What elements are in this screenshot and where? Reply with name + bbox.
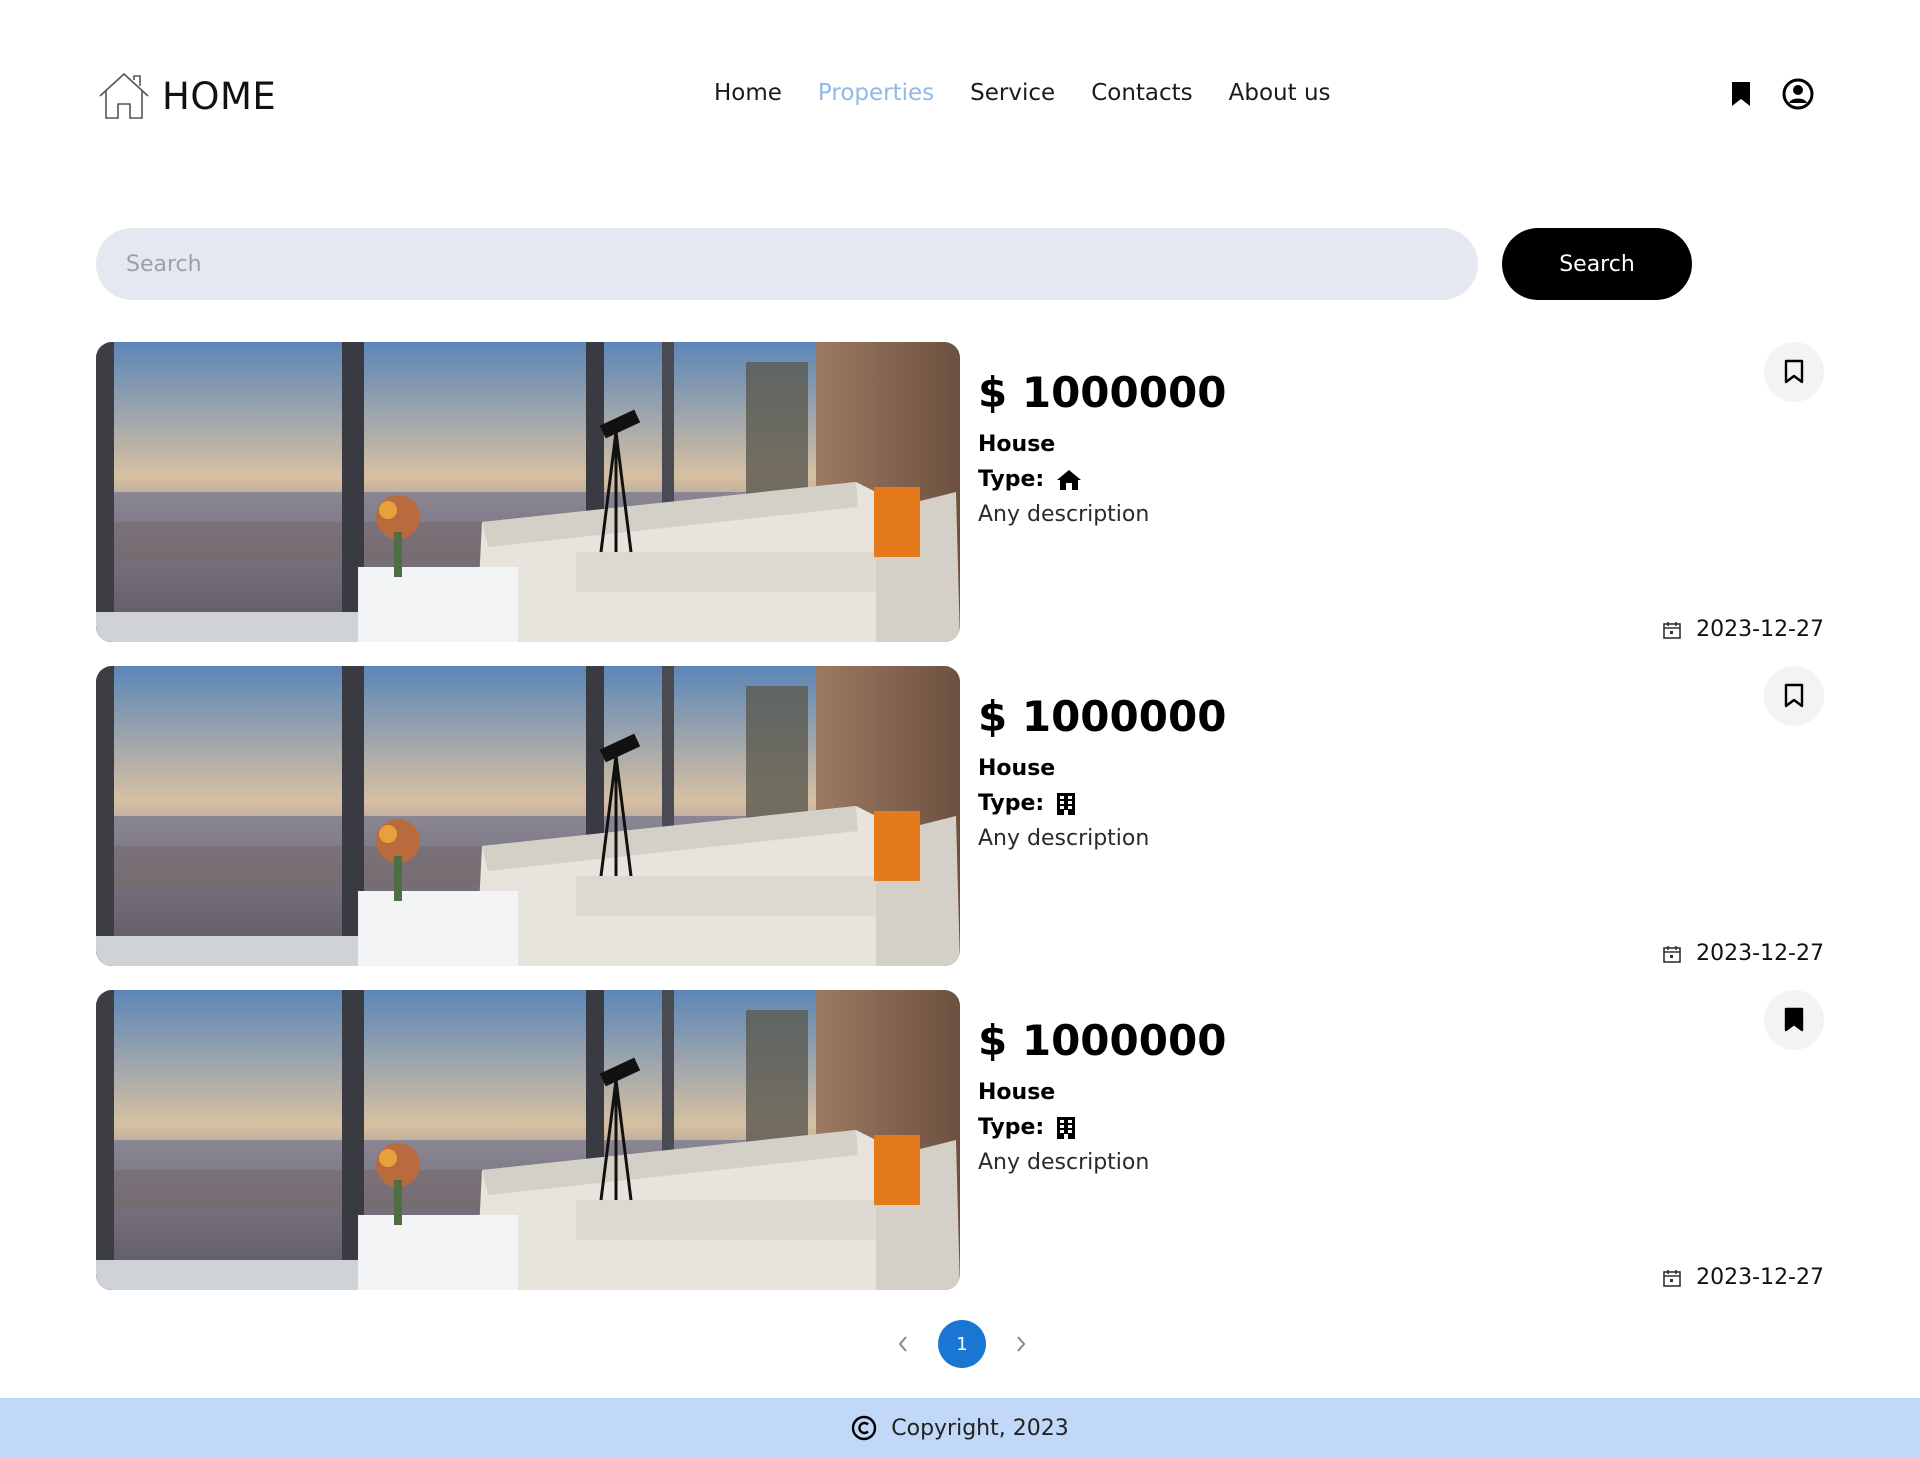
bookmark-outline-icon <box>1784 359 1804 384</box>
type-label: Type: <box>978 1115 1045 1140</box>
listing-title: House <box>978 756 1056 781</box>
bookmark-button[interactable] <box>1764 990 1824 1050</box>
calendar-icon <box>1663 1269 1681 1287</box>
nav-contacts[interactable]: Contacts <box>1091 80 1192 106</box>
listing-info: $ 1000000 House Type: Any description <box>978 692 1227 852</box>
search-input[interactable] <box>96 228 1478 300</box>
listing-card[interactable]: $ 1000000 House Type: Any description 20… <box>96 666 1824 966</box>
chevron-left-icon <box>898 1336 907 1352</box>
listing-date: 2023-12-27 <box>1662 941 1824 966</box>
listing-date: 2023-12-27 <box>1662 1265 1824 1290</box>
bookmark-filled-icon <box>1784 1007 1804 1032</box>
copyright-text: Copyright, 2023 <box>891 1415 1069 1441</box>
listing-card[interactable]: $ 1000000 House Type: Any description 20… <box>96 990 1824 1290</box>
listing-type: Type: <box>978 1115 1226 1140</box>
calendar-icon <box>1663 621 1681 639</box>
main-nav: Home Properties Service Contacts About u… <box>714 80 1331 106</box>
logo-text: HOME <box>162 74 277 118</box>
chevron-right-icon <box>1017 1336 1026 1352</box>
nav-service[interactable]: Service <box>970 80 1055 106</box>
listing-price: $ 1000000 <box>978 692 1227 741</box>
listing-description: Any description <box>978 826 1150 851</box>
copyright-icon <box>852 1415 877 1441</box>
nav-about-us[interactable]: About us <box>1229 80 1331 106</box>
bookmark-button[interactable] <box>1764 342 1824 402</box>
bookmark-icon[interactable] <box>1730 80 1752 108</box>
listing-photo[interactable] <box>96 666 960 966</box>
listing-title: House <box>978 1080 1056 1105</box>
listing-price: $ 1000000 <box>978 1016 1227 1065</box>
house-outline-icon <box>99 72 149 119</box>
calendar-icon <box>1663 945 1681 963</box>
listing-description: Any description <box>978 1150 1150 1175</box>
prev-page-button[interactable] <box>890 1331 916 1357</box>
listing-photo[interactable] <box>96 990 960 1290</box>
nav-home[interactable]: Home <box>714 80 782 106</box>
account-icon[interactable] <box>1782 78 1814 110</box>
type-label: Type: <box>978 791 1045 816</box>
search-bar: Search <box>96 228 1692 300</box>
building-icon <box>1057 1116 1076 1139</box>
bookmark-outline-icon <box>1784 683 1804 708</box>
type-label: Type: <box>978 467 1045 492</box>
pagination: 1 <box>890 1320 1034 1368</box>
bookmark-button[interactable] <box>1764 666 1824 726</box>
search-button[interactable]: Search <box>1502 228 1692 300</box>
building-icon <box>1057 792 1076 815</box>
listing-type: Type: <box>978 791 1226 816</box>
page-1-button[interactable]: 1 <box>938 1320 986 1368</box>
listing-info: $ 1000000 House Type: Any description <box>978 368 1227 528</box>
nav-properties[interactable]: Properties <box>818 80 934 106</box>
listing-info: $ 1000000 House Type: Any description <box>978 1016 1227 1176</box>
header: HOME Home Properties Service Contacts Ab… <box>0 0 1920 190</box>
listing-price: $ 1000000 <box>978 368 1227 417</box>
listing-description: Any description <box>978 502 1150 527</box>
header-actions <box>1730 78 1814 110</box>
date-text: 2023-12-27 <box>1696 617 1824 642</box>
date-text: 2023-12-27 <box>1696 1265 1824 1290</box>
house-icon <box>1057 469 1082 490</box>
next-page-button[interactable] <box>1008 1331 1034 1357</box>
listing-type: Type: <box>978 467 1226 492</box>
footer: Copyright, 2023 <box>0 1398 1920 1458</box>
listing-title: House <box>978 432 1056 457</box>
listing-card[interactable]: $ 1000000 House Type: Any description 20… <box>96 342 1824 642</box>
listing-date: 2023-12-27 <box>1662 617 1824 642</box>
listing-photo[interactable] <box>96 342 960 642</box>
date-text: 2023-12-27 <box>1696 941 1824 966</box>
logo[interactable]: HOME <box>96 68 276 124</box>
